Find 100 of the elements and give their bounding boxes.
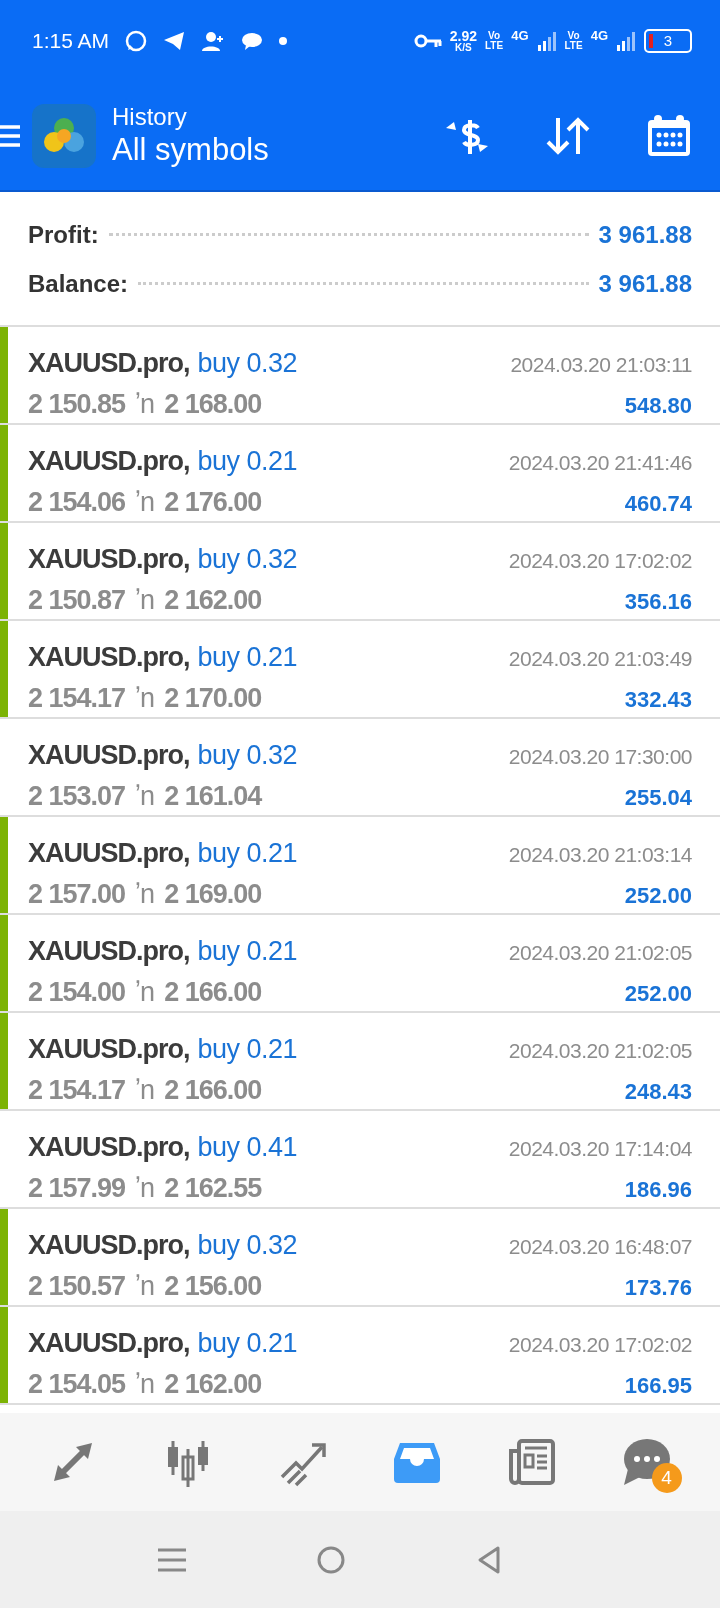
deal-symbol: XAUUSD.pro,	[28, 1131, 190, 1164]
signal-icon	[536, 31, 557, 51]
summary-label: Balance:	[28, 268, 129, 299]
newspaper-icon[interactable]	[506, 1437, 557, 1487]
price-arrow: ʼn	[135, 779, 155, 813]
add-contact-icon	[201, 30, 226, 52]
summary-value: 3 961.88	[598, 219, 692, 250]
deal-profit: 255.04	[624, 783, 692, 812]
open-price: 2 153.07	[28, 779, 126, 813]
deal-time: 2024.03.20 17:30:00	[508, 744, 692, 770]
sim-label: Vo LTE	[485, 31, 504, 51]
deal-row[interactable]: XAUUSD.pro, buy 0.21 2024.03.20 21:03:49 2 154.17 ʼn 2 170.00 332.43	[0, 621, 720, 719]
deal-time: 2024.03.20 17:02:02	[508, 548, 692, 574]
key-icon	[413, 33, 442, 49]
recent-apps-icon[interactable]	[158, 1546, 186, 1573]
deal-symbol: XAUUSD.pro,	[28, 837, 190, 870]
paper-plane-icon	[163, 30, 186, 52]
deal-profit: 332.43	[624, 685, 692, 714]
home-icon[interactable]	[316, 1544, 346, 1575]
deal-side: buy 0.21	[197, 1327, 298, 1360]
deal-profit: 356.16	[624, 587, 692, 616]
deal-row[interactable]: XAUUSD.pro, buy 0.21 2024.03.20 21:02:05 2 154.00 ʼn 2 166.00 252.00	[0, 915, 720, 1013]
price-arrow: ʼn	[135, 485, 155, 519]
battery-icon: 3	[644, 29, 692, 53]
app-logo-icon	[32, 104, 96, 168]
deal-symbol: XAUUSD.pro,	[28, 347, 190, 380]
deal-time: 2024.03.20 17:14:04	[508, 1136, 692, 1162]
notification-dot-icon	[279, 37, 288, 45]
price-arrow: ʼn	[135, 583, 155, 617]
calendar-icon[interactable]	[646, 114, 692, 158]
deal-side: buy 0.21	[197, 837, 298, 870]
deal-symbol: XAUUSD.pro,	[28, 641, 190, 674]
price-arrow: ʼn	[135, 975, 155, 1009]
deal-symbol: XAUUSD.pro,	[28, 1327, 190, 1360]
deal-profit: 252.00	[624, 979, 692, 1008]
deal-time: 2024.03.20 21:02:05	[508, 1038, 692, 1064]
open-price: 2 150.57	[28, 1269, 126, 1303]
deal-profit: 548.80	[624, 391, 692, 420]
deal-row[interactable]: XAUUSD.pro, buy 0.32 2024.03.20 17:30:00 2 153.07 ʼn 2 161.04 255.04	[0, 719, 720, 817]
deal-row[interactable]: XAUUSD.pro, buy 0.21 2024.03.20 21:41:46 2 154.06 ʼn 2 176.00 460.74	[0, 425, 720, 523]
menu-icon[interactable]	[0, 124, 20, 148]
deal-time: 2024.03.20 21:41:46	[508, 450, 692, 476]
deal-symbol: XAUUSD.pro,	[28, 445, 190, 478]
deal-row[interactable]: XAUUSD.pro, buy 0.21 2024.03.20 21:02:05 2 154.17 ʼn 2 166.00 248.43	[0, 1013, 720, 1111]
deal-row[interactable]: XAUUSD.pro, buy 0.32 2024.03.20 16:48:07 2 150.57 ʼn 2 156.00 173.76	[0, 1209, 720, 1307]
speed-unit: K/S	[455, 43, 472, 53]
back-icon[interactable]	[476, 1544, 502, 1575]
deal-symbol: XAUUSD.pro,	[28, 1229, 190, 1262]
close-price: 2 166.00	[164, 975, 262, 1009]
network-type: 4G	[590, 29, 608, 42]
open-price: 2 154.17	[28, 681, 126, 715]
deal-side: buy 0.32	[197, 543, 298, 576]
deal-profit: 166.95	[624, 1371, 692, 1400]
deal-side: buy 0.21	[197, 641, 298, 674]
close-price: 2 169.00	[164, 877, 262, 911]
close-price: 2 170.00	[164, 681, 262, 715]
open-price: 2 154.17	[28, 1073, 126, 1107]
deal-time: 2024.03.20 21:03:49	[508, 646, 692, 672]
deal-row[interactable]: XAUUSD.pro, buy 0.41 2024.03.20 17:14:04 2 157.99 ʼn 2 162.55 186.96	[0, 1111, 720, 1209]
screen-subtitle: All symbols	[112, 130, 269, 168]
sort-arrows-icon[interactable]	[546, 116, 590, 156]
open-price: 2 157.99	[28, 1171, 126, 1205]
deal-profit: 248.43	[624, 1077, 692, 1106]
price-arrow: ʼn	[135, 1269, 155, 1303]
close-price: 2 166.00	[164, 1073, 262, 1107]
deal-side: buy 0.32	[197, 347, 298, 380]
deal-symbol: XAUUSD.pro,	[28, 739, 190, 772]
price-arrow: ʼn	[135, 1367, 155, 1401]
deal-side: buy 0.21	[197, 445, 298, 478]
chat-app-icon	[125, 30, 148, 52]
price-arrow: ʼn	[135, 877, 155, 911]
open-price: 2 150.87	[28, 583, 126, 617]
deal-side: buy 0.21	[197, 935, 298, 968]
deal-row[interactable]: XAUUSD.pro, buy 0.21 2024.03.20 17:02:02 2 154.05 ʼn 2 162.00 166.95	[0, 1307, 720, 1405]
deal-row[interactable]: XAUUSD.pro, buy 0.32 2024.03.20 17:02:02 2 150.87 ʼn 2 162.00 356.16	[0, 523, 720, 621]
deal-time: 2024.03.20 16:48:07	[508, 1234, 692, 1260]
count-badge: 4	[651, 1463, 682, 1493]
status-time: 1:15 AM	[32, 28, 110, 55]
close-price: 2 176.00	[164, 485, 262, 519]
speed-value: 2.92	[449, 29, 477, 43]
deal-profit: 173.76	[624, 1273, 692, 1302]
open-price: 2 154.05	[28, 1367, 126, 1401]
deal-side: buy 0.21	[197, 1033, 298, 1066]
network-type: 4G	[511, 29, 529, 42]
deal-symbol: XAUUSD.pro,	[28, 543, 190, 576]
deal-time: 2024.03.20 21:03:14	[508, 842, 692, 868]
close-price: 2 162.00	[164, 583, 262, 617]
deal-side: buy 0.32	[197, 1229, 298, 1262]
deal-time: 2024.03.20 21:02:05	[508, 940, 692, 966]
deal-row[interactable]: XAUUSD.pro, buy 0.21 2024.03.20 21:03:14 2 157.00 ʼn 2 169.00 252.00	[0, 817, 720, 915]
open-price: 2 154.00	[28, 975, 126, 1009]
summary-label: Profit:	[28, 219, 99, 250]
speech-bubble-icon	[241, 31, 264, 51]
close-price: 2 168.00	[164, 387, 262, 421]
price-arrow: ʼn	[135, 1171, 155, 1205]
price-arrow: ʼn	[135, 1073, 155, 1107]
deal-time: 2024.03.20 17:02:02	[508, 1332, 692, 1358]
deal-row[interactable]: XAUUSD.pro, buy 0.32 2024.03.20 21:03:11 2 150.85 ʼn 2 168.00 548.80	[0, 327, 720, 425]
close-price: 2 162.00	[164, 1367, 262, 1401]
deal-side: buy 0.41	[197, 1131, 298, 1164]
